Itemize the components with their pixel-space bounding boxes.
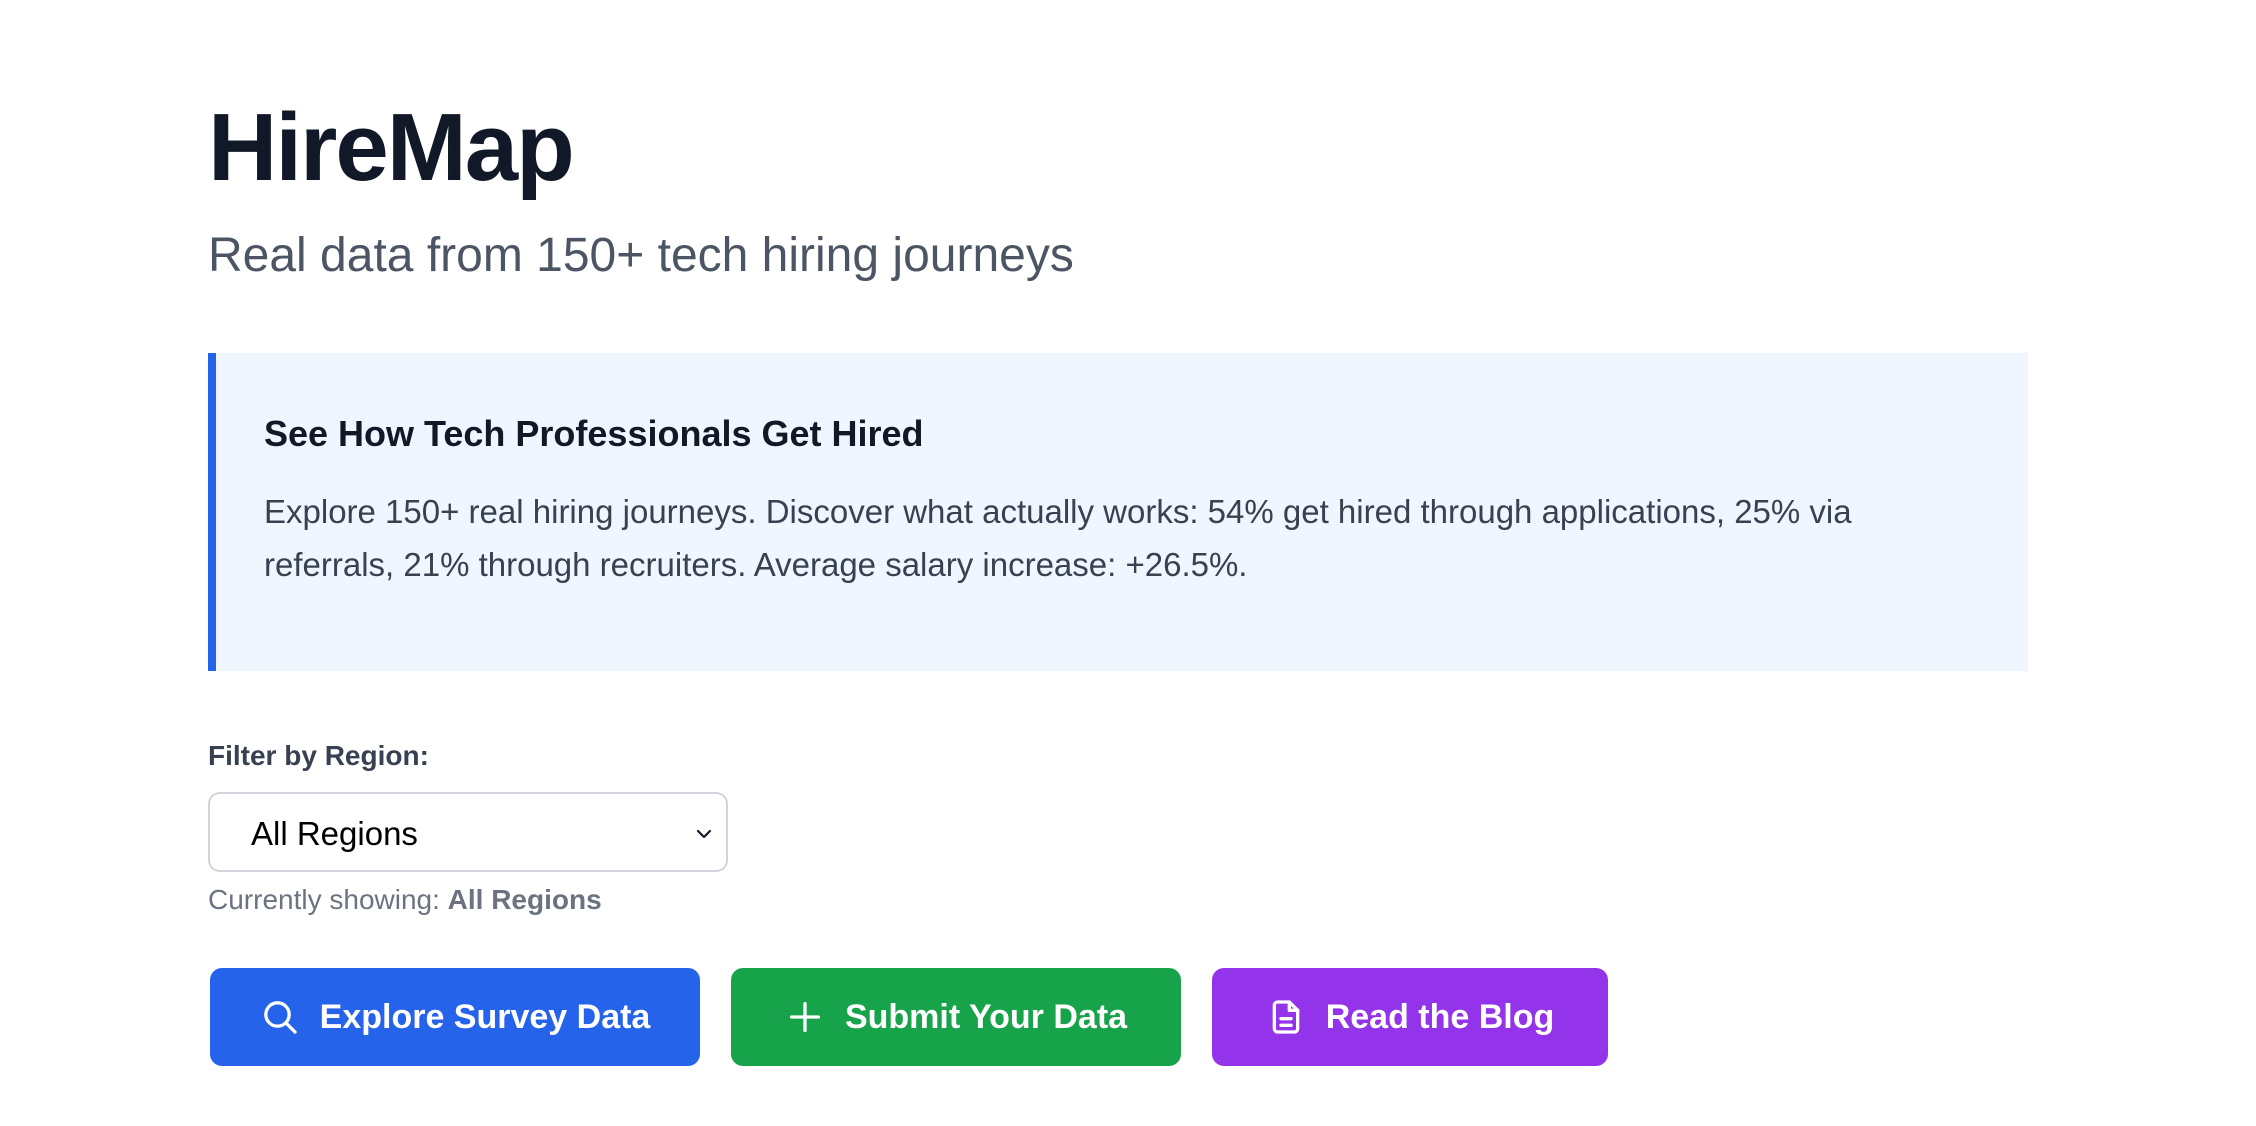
callout-title: See How Tech Professionals Get Hired	[264, 413, 924, 454]
search-icon	[263, 1001, 297, 1034]
explore-survey-data-button[interactable]: Explore Survey Data	[210, 968, 700, 1066]
read-the-blog-button[interactable]: Read the Blog	[1212, 968, 1608, 1066]
region-select-value: All Regions	[251, 815, 418, 852]
submit-your-data-button[interactable]: Submit Your Data	[731, 968, 1181, 1066]
current-region-value: All Regions	[447, 884, 602, 915]
page-title: HireMap	[208, 94, 575, 201]
read-the-blog-label: Read the Blog	[1325, 997, 1555, 1036]
page-subtitle: Real data from 150+ tech hiring journeys	[208, 229, 1074, 282]
current-region-status: Currently showing: All Regions	[208, 882, 602, 918]
current-region-prefix: Currently showing:	[208, 884, 440, 915]
submit-your-data-label: Submit Your Data	[844, 997, 1128, 1036]
explore-survey-data-label: Explore Survey Data	[319, 997, 651, 1036]
region-select[interactable]: All Regions	[208, 792, 728, 872]
page: HireMap Real data from 150+ tech hiring …	[0, 0, 2256, 1126]
document-icon	[1272, 1000, 1300, 1034]
plus-icon	[789, 1002, 820, 1032]
chevron-down-icon	[696, 829, 712, 839]
callout-body: Explore 150+ real hiring journeys. Disco…	[264, 493, 1852, 583]
info-callout: See How Tech Professionals Get Hired Exp…	[208, 353, 2028, 671]
region-filter-label: Filter by Region:	[208, 740, 429, 771]
